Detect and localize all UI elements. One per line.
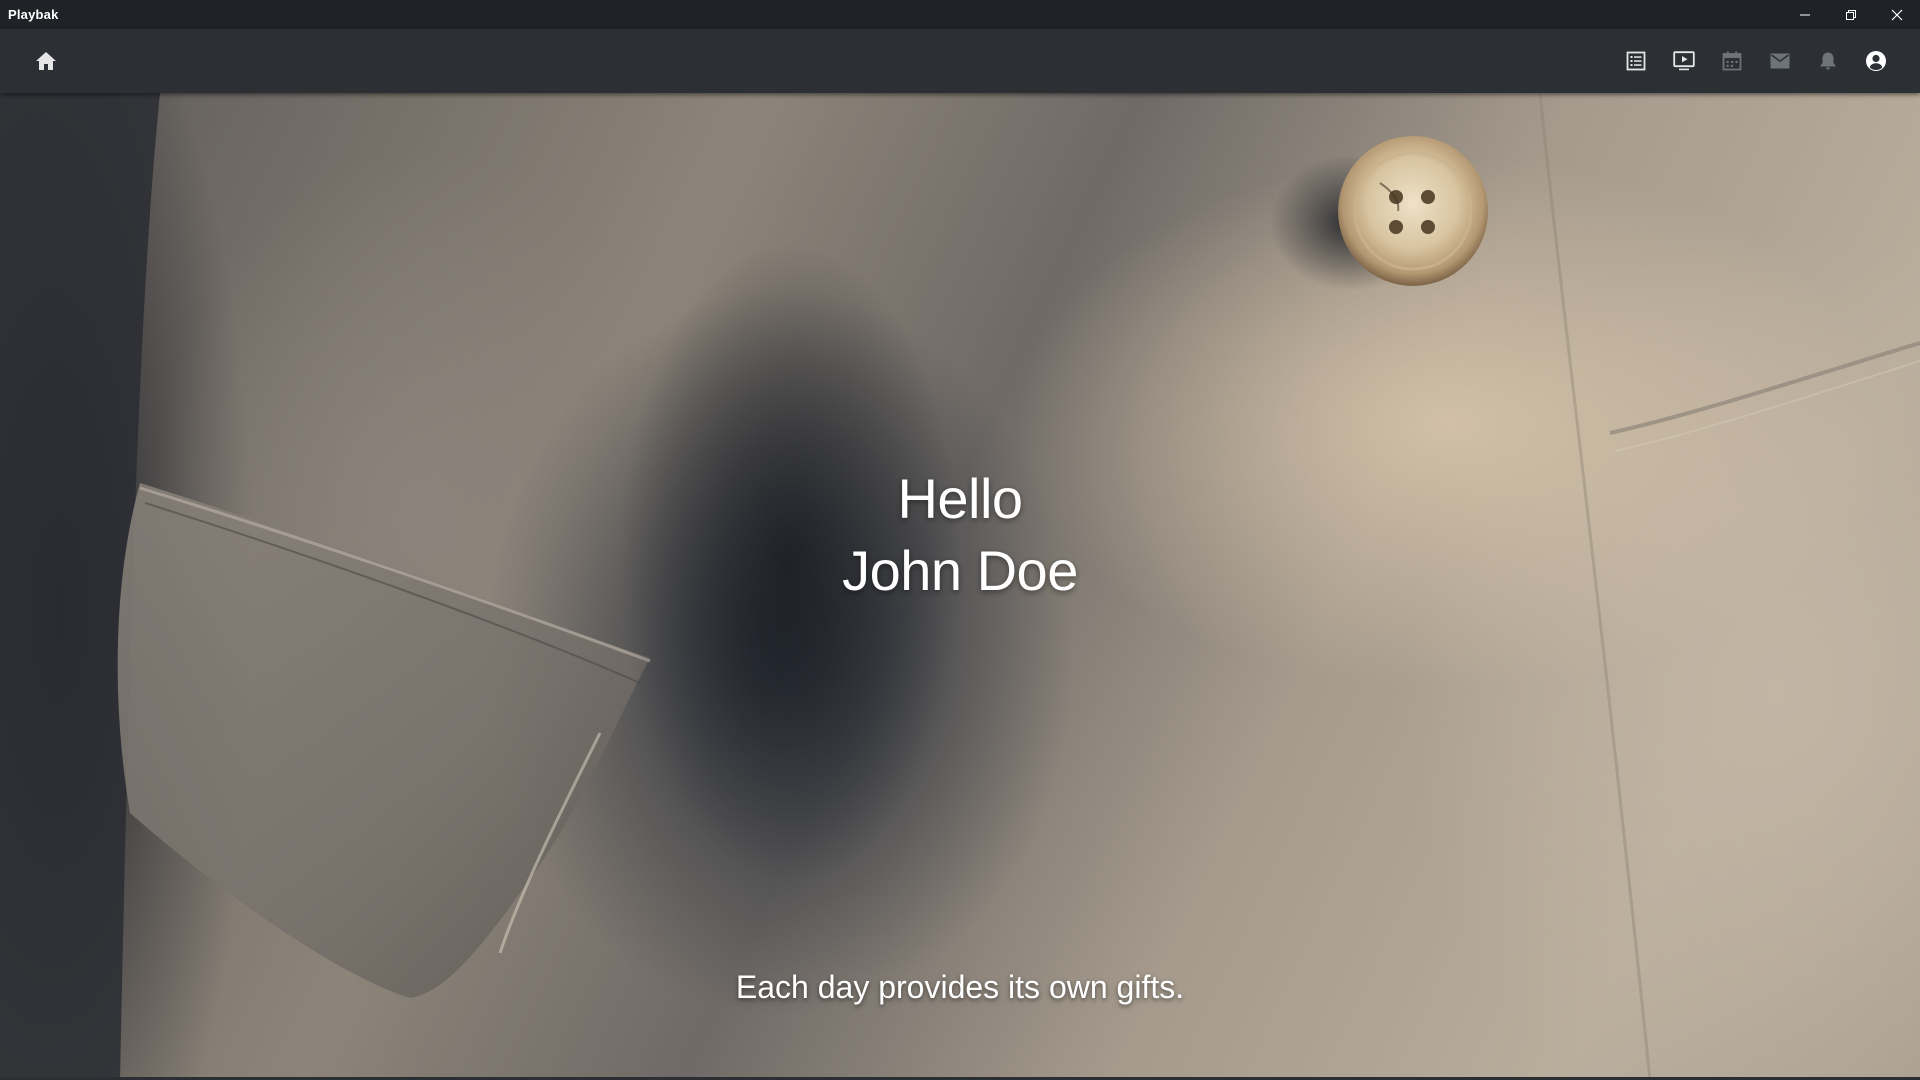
app-toolbar [0,29,1920,93]
mail-button[interactable] [1764,45,1796,77]
greeting: Hello John Doe [0,463,1920,607]
close-button[interactable] [1874,0,1920,29]
hero-background: Hello John Doe Each day provides its own… [0,93,1920,1080]
notifications-button[interactable] [1812,45,1844,77]
home-button[interactable] [32,47,60,75]
restore-icon [1846,9,1856,20]
greeting-line-user-name: John Doe [842,539,1078,602]
app-title: Playbak [8,7,59,22]
calendar-icon [1722,51,1742,71]
video-player-icon [1673,51,1695,71]
minimize-button[interactable] [1782,0,1828,29]
mail-icon [1770,53,1790,69]
account-button[interactable] [1860,45,1892,77]
close-icon [1891,9,1903,20]
list-icon [1626,51,1646,71]
list-button[interactable] [1620,45,1652,77]
calendar-button[interactable] [1716,45,1748,77]
home-icon [36,52,56,70]
window-controls [1782,0,1920,29]
bell-icon [1820,52,1836,70]
video-button[interactable] [1668,45,1700,77]
minimize-icon [1800,14,1810,15]
greeting-line-hello: Hello [897,467,1023,530]
window-titlebar: Playbak [0,0,1920,29]
toolbar-actions [1604,45,1892,77]
daily-quote: Each day provides its own gifts. [735,969,1185,1005]
restore-button[interactable] [1828,0,1874,29]
account-icon [1866,51,1886,71]
